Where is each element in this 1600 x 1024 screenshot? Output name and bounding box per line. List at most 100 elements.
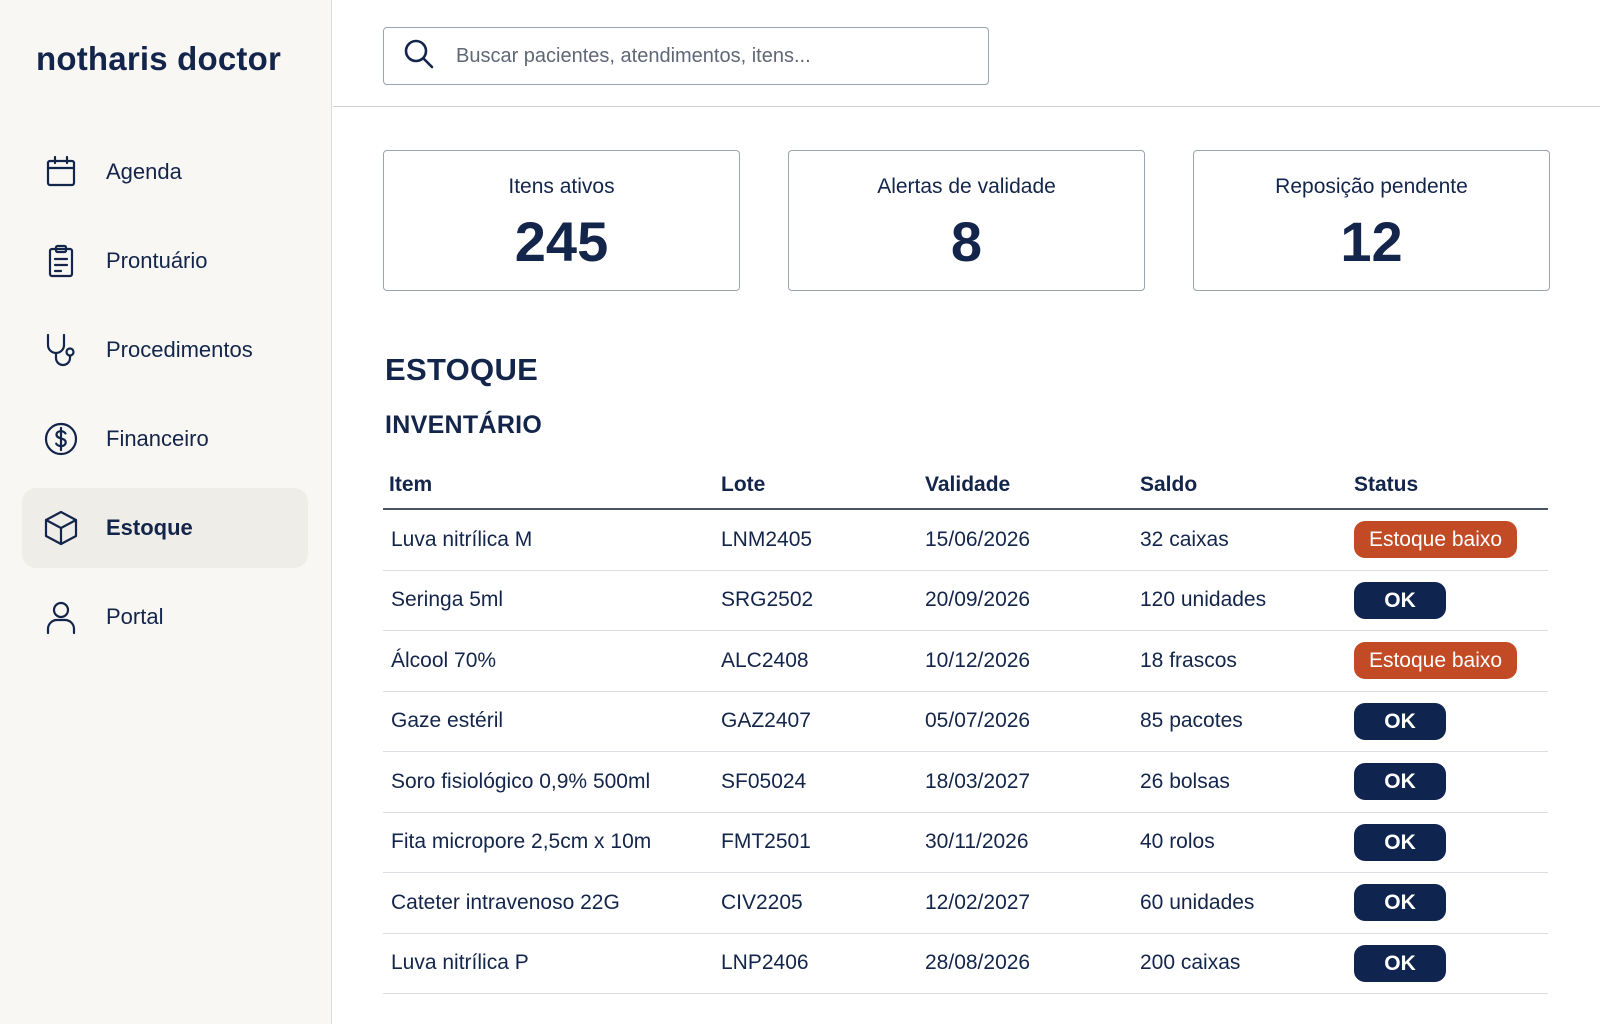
status-badge[interactable]: OK	[1354, 702, 1446, 740]
status-badge[interactable]: OK	[1354, 581, 1446, 619]
cell-saldo: 26 bolsas	[1140, 769, 1230, 793]
table-header: Item Lote Validade Saldo Status	[383, 462, 1548, 510]
cell-item: Fita micropore 2,5cm x 10m	[391, 830, 652, 854]
cell-item: Gaze estéril	[391, 709, 504, 733]
cell-validade: 15/06/2026	[925, 527, 1031, 551]
sidebar-item-label: Estoque	[106, 515, 193, 540]
card-value: 8	[950, 210, 983, 273]
card-value: 12	[1340, 210, 1403, 273]
table-body: Luva nitrílica M LNM2405 15/06/2026 32 caix…	[383, 510, 1548, 994]
card-reposicao-pendente: Reposição pendente 12	[1193, 150, 1550, 291]
box-icon	[40, 507, 82, 549]
column-header-item: Item	[389, 473, 433, 496]
cell-item: Cateter intravenoso 22G	[391, 890, 620, 914]
card-itens-ativos: Itens ativos 245	[383, 150, 740, 291]
sidebar-item-prontuario[interactable]: Prontuário	[22, 221, 308, 301]
summary-cards: Itens ativos 245 Alertas de validade 8 R…	[383, 150, 1551, 291]
cell-item: Luva nitrílica M	[391, 527, 533, 551]
cell-saldo: 40 rolos	[1140, 830, 1215, 854]
sidebar-item-procedimentos[interactable]: Procedimentos	[22, 310, 308, 390]
sidebar-item-label: Financeiro	[106, 426, 209, 451]
cell-lote: SRG2502	[721, 588, 814, 612]
cell-status: OK	[1354, 763, 1548, 801]
cell-status: OK	[1354, 581, 1548, 619]
cell-status: OK	[1354, 944, 1548, 982]
sidebar-item-portal[interactable]: Portal	[22, 577, 308, 657]
cell-lote: SF05024	[721, 769, 807, 793]
status-badge[interactable]: OK	[1354, 884, 1446, 922]
cell-validade: 30/11/2026	[925, 830, 1029, 854]
cell-saldo: 200 caixas	[1140, 951, 1241, 975]
card-value: 245	[514, 210, 609, 273]
cell-item: Seringa 5ml	[391, 588, 504, 612]
cell-saldo: 32 caixas	[1140, 527, 1229, 551]
table-row[interactable]: Fita micropore 2,5cm x 10m FMT2501 30/11/2…	[383, 813, 1548, 873]
status-badge[interactable]: OK	[1354, 823, 1446, 861]
top-bar	[333, 0, 1600, 107]
cell-saldo: 18 frascos	[1140, 648, 1237, 672]
cell-status: Estoque baixo	[1354, 642, 1548, 680]
column-header-lote: Lote	[721, 473, 766, 496]
table-row[interactable]: Soro fisiológico 0,9% 500ml SF05024 18/03/…	[383, 752, 1548, 813]
sidebar-item-estoque[interactable]: Estoque	[22, 488, 308, 568]
sidebar: notharis doctor Agenda Prontuário Proced…	[0, 0, 332, 1024]
sidebar-item-label: Portal	[106, 604, 164, 629]
cell-validade: 10/12/2026	[925, 648, 1031, 672]
status-badge[interactable]: Estoque baixo	[1354, 521, 1517, 559]
brand-logo[interactable]: notharis doctor	[36, 40, 281, 78]
sidebar-item-label: Agenda	[106, 159, 182, 184]
sidebar-item-label: Procedimentos	[106, 337, 253, 362]
cell-status: OK	[1354, 823, 1548, 861]
cell-item: Luva nitrílica P	[391, 951, 529, 975]
status-badge[interactable]: Estoque baixo	[1354, 642, 1517, 680]
card-label: Itens ativos	[508, 175, 615, 198]
table-row[interactable]: Seringa 5ml SRG2502 20/09/2026 120 unidades…	[383, 571, 1548, 631]
column-header-validade: Validade	[925, 473, 1011, 496]
cell-item: Soro fisiológico 0,9% 500ml	[391, 769, 651, 793]
card-label: Alertas de validade	[877, 175, 1056, 198]
cell-saldo: 60 unidades	[1140, 890, 1255, 914]
search-box[interactable]	[383, 27, 989, 85]
status-badge[interactable]: OK	[1354, 763, 1446, 801]
cell-validade: 05/07/2026	[925, 709, 1031, 733]
cell-saldo: 85 pacotes	[1140, 709, 1243, 733]
sidebar-item-agenda[interactable]: Agenda	[22, 132, 308, 212]
user-icon	[40, 596, 82, 638]
inventory-table: Item Lote Validade Saldo Status Luva nit…	[383, 462, 1548, 994]
cell-lote: CIV2205	[721, 890, 803, 914]
cell-status: OK	[1354, 884, 1548, 922]
cell-saldo: 120 unidades	[1140, 588, 1267, 612]
sidebar-item-label: Prontuário	[106, 248, 208, 273]
cell-validade: 18/03/2027	[925, 769, 1031, 793]
cell-lote: ALC2408	[721, 648, 809, 672]
dollar-circle-icon	[40, 418, 82, 460]
calendar-icon	[40, 151, 82, 193]
cell-status: Estoque baixo	[1354, 521, 1548, 559]
column-header-status: Status	[1354, 473, 1419, 496]
section-subtitle: INVENTÁRIO	[385, 411, 543, 439]
cell-lote: LNP2406	[721, 951, 809, 975]
page-title: ESTOQUE	[385, 352, 539, 387]
search-icon	[402, 37, 440, 75]
table-row[interactable]: Luva nitrílica P LNP2406 28/08/2026 200 cai…	[383, 934, 1548, 994]
card-alertas-validade: Alertas de validade 8	[788, 150, 1145, 291]
table-row[interactable]: Luva nitrílica M LNM2405 15/06/2026 32 caix…	[383, 510, 1548, 571]
card-label: Reposição pendente	[1275, 175, 1468, 198]
cell-status: OK	[1354, 702, 1548, 740]
status-badge[interactable]: OK	[1354, 944, 1446, 982]
cell-lote: LNM2405	[721, 527, 813, 551]
cell-lote: GAZ2407	[721, 709, 811, 733]
table-row[interactable]: Álcool 70% ALC2408 10/12/2026 18 frascos Est…	[383, 631, 1548, 692]
sidebar-nav: Agenda Prontuário Procedimentos Financei…	[22, 132, 308, 666]
clipboard-icon	[40, 240, 82, 282]
stethoscope-icon	[40, 329, 82, 371]
table-row[interactable]: Gaze estéril GAZ2407 05/07/2026 85 pacotes O…	[383, 692, 1548, 752]
cell-item: Álcool 70%	[391, 648, 497, 672]
column-header-saldo: Saldo	[1140, 473, 1198, 496]
search-input[interactable]	[456, 44, 976, 68]
cell-lote: FMT2501	[721, 830, 811, 854]
cell-validade: 28/08/2026	[925, 951, 1031, 975]
sidebar-item-financeiro[interactable]: Financeiro	[22, 399, 308, 479]
cell-validade: 12/02/2027	[925, 890, 1031, 914]
table-row[interactable]: Cateter intravenoso 22G CIV2205 12/02/2027…	[383, 873, 1548, 934]
